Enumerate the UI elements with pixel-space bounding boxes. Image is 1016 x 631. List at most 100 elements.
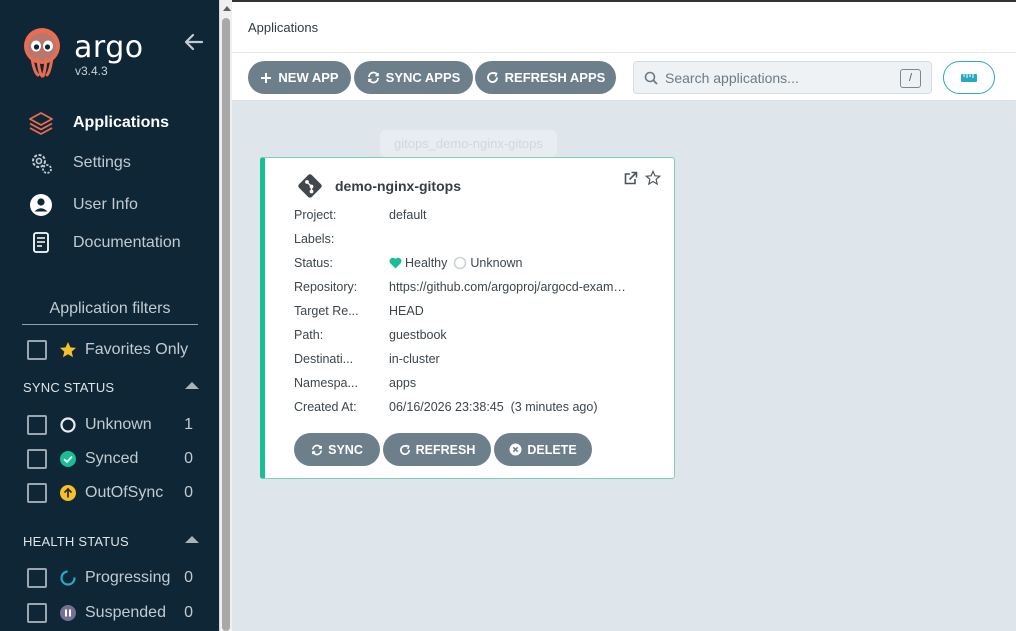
field-key: Created At: bbox=[294, 400, 357, 414]
spinner-icon bbox=[59, 569, 77, 587]
circle-outline-icon bbox=[59, 416, 77, 434]
field-key: Target Re... bbox=[294, 304, 359, 318]
field-value: default bbox=[389, 208, 427, 222]
filter-sync-synced[interactable]: Synced 0 bbox=[27, 448, 197, 470]
refresh-button[interactable]: REFRESH bbox=[383, 433, 491, 466]
refresh-apps-label: REFRESH APPS bbox=[504, 70, 606, 85]
favorite-star-icon[interactable] bbox=[645, 170, 661, 186]
gears-icon bbox=[28, 150, 54, 176]
delete-label: DELETE bbox=[527, 442, 577, 457]
sidebar: argo v3.4.3 Applications Settings User I… bbox=[0, 0, 219, 631]
check-circle-icon bbox=[59, 450, 77, 468]
filter-sync-unknown[interactable]: Unknown 1 bbox=[27, 414, 197, 436]
filter-label: Synced bbox=[85, 450, 139, 467]
arrow-up-circle-icon bbox=[59, 484, 77, 502]
new-app-button[interactable]: NEW APP bbox=[248, 61, 351, 94]
octopus-logo-icon bbox=[24, 28, 60, 78]
sync-button[interactable]: SYNC bbox=[294, 433, 380, 466]
times-circle-icon bbox=[509, 443, 522, 456]
nav-label: Settings bbox=[73, 154, 131, 171]
filter-label: OutOfSync bbox=[85, 484, 164, 501]
argo-logo[interactable] bbox=[22, 26, 66, 78]
filter-checkbox[interactable] bbox=[27, 415, 47, 435]
external-link-icon[interactable] bbox=[623, 171, 638, 186]
field-key: Destinati... bbox=[294, 352, 354, 366]
view-toggle-button[interactable] bbox=[943, 61, 995, 94]
filter-count: 0 bbox=[184, 484, 193, 501]
sidebar-scrollbar[interactable] bbox=[219, 0, 232, 631]
field-key: Repository: bbox=[294, 280, 358, 294]
health-status-heading: HEALTH STATUS bbox=[23, 534, 129, 549]
favorites-checkbox[interactable] bbox=[27, 340, 47, 360]
nav-item-applications[interactable]: Applications bbox=[28, 110, 169, 136]
circle-outline-icon bbox=[454, 256, 467, 270]
collapse-caret-icon[interactable] bbox=[185, 382, 199, 389]
plus-icon bbox=[261, 72, 272, 83]
filter-label: Progressing bbox=[85, 569, 171, 586]
health-status: Healthy bbox=[405, 256, 448, 270]
nav-item-user-info[interactable]: User Info bbox=[28, 192, 138, 218]
filter-label: Favorites Only bbox=[85, 341, 189, 358]
heart-icon bbox=[389, 257, 402, 269]
sync-label: SYNC bbox=[328, 442, 363, 457]
sync-icon bbox=[367, 71, 379, 84]
filter-sync-outofsync[interactable]: OutOfSync 0 bbox=[27, 482, 197, 504]
filter-count: 0 bbox=[184, 604, 193, 621]
sync-apps-button[interactable]: SYNC APPS bbox=[354, 61, 473, 94]
search-applications[interactable]: Search applications... / bbox=[633, 61, 932, 94]
field-key: Status: bbox=[294, 256, 333, 270]
filters-title: Application filters bbox=[22, 300, 198, 325]
field-value: guestbook bbox=[389, 328, 447, 342]
delete-button[interactable]: DELETE bbox=[494, 433, 592, 466]
filter-checkbox[interactable] bbox=[27, 449, 47, 469]
top-bar: Applications bbox=[232, 0, 1016, 53]
field-key: Path: bbox=[294, 328, 324, 342]
filter-health-progressing[interactable]: Progressing 0 bbox=[27, 567, 197, 589]
refresh-icon bbox=[399, 444, 410, 455]
sync-status-heading: SYNC STATUS bbox=[23, 380, 115, 395]
nav-label: User Info bbox=[73, 196, 138, 213]
field-value: in-cluster bbox=[389, 352, 440, 366]
scroll-up-arrow-icon[interactable] bbox=[223, 6, 231, 11]
search-icon bbox=[644, 71, 658, 85]
breadcrumb[interactable]: Applications bbox=[248, 20, 318, 35]
arrow-left-icon[interactable] bbox=[184, 33, 204, 51]
star-icon bbox=[59, 341, 77, 359]
search-shortcut-key: / bbox=[900, 69, 921, 88]
search-input[interactable]: Search applications... bbox=[665, 70, 799, 86]
field-value: apps bbox=[389, 376, 417, 390]
nav-item-documentation[interactable]: Documentation bbox=[28, 230, 181, 256]
field-key: Namespa... bbox=[294, 376, 358, 390]
field-value: 06/16/2026 23:38:45 (3 minutes ago) bbox=[389, 400, 598, 414]
filter-label: Suspended bbox=[85, 604, 166, 621]
refresh-apps-button[interactable]: REFRESH APPS bbox=[475, 61, 616, 94]
filter-checkbox[interactable] bbox=[27, 568, 47, 588]
book-icon bbox=[28, 230, 54, 256]
nav-label: Applications bbox=[73, 114, 170, 131]
sync-status: Unknown bbox=[470, 256, 523, 270]
ruler-icon bbox=[961, 73, 977, 82]
app-name[interactable]: demo-nginx-gitops bbox=[335, 178, 461, 194]
nav-item-settings[interactable]: Settings bbox=[28, 150, 131, 176]
field-key: Project: bbox=[294, 208, 337, 222]
sync-icon bbox=[312, 444, 323, 455]
new-app-label: NEW APP bbox=[278, 70, 339, 85]
toolbar: NEW APP SYNC APPS REFRESH APPS Search ap… bbox=[232, 53, 1016, 101]
version-label: v3.4.3 bbox=[75, 64, 108, 78]
app-tile[interactable]: demo-nginx-gitops Project: default Label… bbox=[260, 157, 675, 479]
field-value: HEAD bbox=[389, 304, 424, 318]
git-icon bbox=[298, 174, 322, 198]
filter-checkbox[interactable] bbox=[27, 483, 47, 503]
filter-checkbox[interactable] bbox=[27, 603, 47, 623]
filter-count: 1 bbox=[184, 416, 193, 433]
field-value: https://github.com/argoproj/argocd-exam… bbox=[389, 280, 626, 294]
filter-health-suspended[interactable]: Suspended 0 bbox=[27, 602, 197, 624]
brand-name: argo bbox=[74, 30, 144, 65]
filter-count: 0 bbox=[184, 569, 193, 586]
status-value: Healthy Unknown bbox=[389, 256, 644, 270]
filter-label: Unknown bbox=[85, 416, 152, 433]
scroll-thumb[interactable] bbox=[222, 18, 230, 631]
refresh-label: REFRESH bbox=[415, 442, 476, 457]
collapse-caret-icon[interactable] bbox=[185, 536, 199, 543]
favorites-filter[interactable]: Favorites Only bbox=[27, 339, 197, 361]
